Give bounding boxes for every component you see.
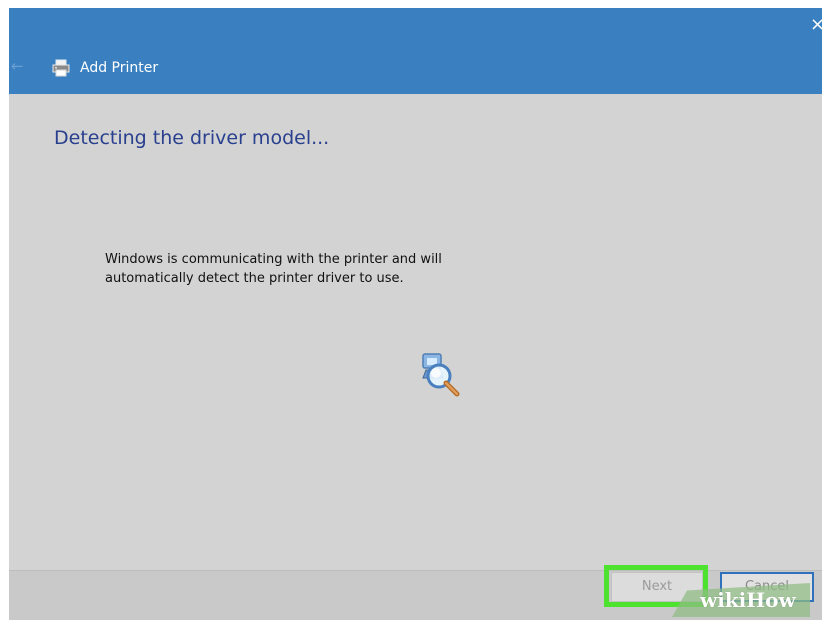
status-message-line-1: Windows is communicating with the printe… [105,252,442,267]
window-titlebar: ← Add Printer × [9,8,822,94]
watermark-text: wikiHow [700,588,796,612]
printer-icon [52,59,70,77]
page-heading: Detecting the driver model... [54,127,330,149]
back-arrow-icon[interactable]: ← [11,58,27,74]
add-printer-window: ← Add Printer × Detecting the driver mod… [9,8,822,620]
close-icon[interactable]: × [810,16,822,34]
status-message-line-2: automatically detect the printer driver … [105,271,404,286]
window-title: Add Printer [80,60,159,76]
wikihow-watermark: wikiHow [660,577,810,617]
magnifier-search-icon [422,353,460,397]
status-message: Windows is communicating with the printe… [105,250,535,288]
